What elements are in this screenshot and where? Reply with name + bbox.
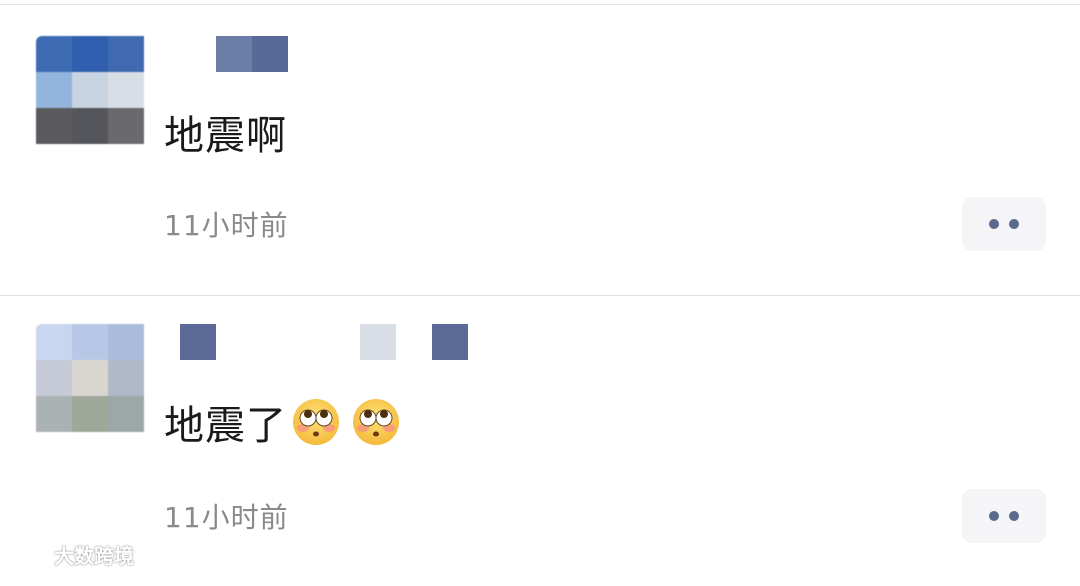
more-dot	[1009, 219, 1019, 229]
comment-body: 地震啊	[164, 113, 287, 159]
avatar-pixel	[72, 36, 108, 72]
watermark: 大数跨境	[8, 540, 134, 569]
avatar-pixel	[108, 360, 144, 396]
flushed-face-emoji-icon	[353, 399, 399, 445]
comment-item: 地震啊 11小时前	[0, 4, 1080, 294]
watermark-logo-icon	[9, 544, 49, 565]
name-pixel	[216, 36, 252, 72]
more-button[interactable]	[962, 197, 1046, 251]
flushed-face-emoji-icon	[293, 399, 339, 445]
avatar-pixel	[72, 396, 108, 432]
username-blurred[interactable]	[216, 36, 288, 72]
avatar-pixel	[108, 324, 144, 360]
avatar[interactable]	[36, 324, 144, 432]
avatar-pixel	[108, 36, 144, 72]
comment-text: 地震啊	[164, 104, 287, 160]
avatar-pixel	[72, 324, 108, 360]
comment-text: 地震了	[164, 394, 401, 450]
avatar-pixel	[36, 360, 72, 396]
timestamp: 11小时前	[164, 501, 289, 534]
name-pixel	[360, 324, 396, 360]
name-pixel	[180, 324, 216, 360]
avatar-pixel	[36, 108, 72, 144]
comment-item: 地震了 11小时前	[0, 296, 1080, 586]
avatar-pixel	[36, 396, 72, 432]
more-dot	[989, 511, 999, 521]
avatar-pixel	[72, 72, 108, 108]
more-dot	[1009, 511, 1019, 521]
avatar-pixel	[36, 324, 72, 360]
comment-body: 地震了	[164, 403, 287, 449]
more-button[interactable]	[962, 489, 1046, 543]
avatar-pixel	[108, 72, 144, 108]
name-pixel	[396, 324, 432, 360]
name-pixel	[216, 324, 360, 360]
avatar-pixel	[72, 108, 108, 144]
name-pixel	[252, 36, 288, 72]
avatar-pixel	[36, 36, 72, 72]
more-dot	[989, 219, 999, 229]
watermark-text: 大数跨境	[54, 544, 134, 568]
avatar-pixel	[36, 72, 72, 108]
avatar-pixel	[108, 396, 144, 432]
avatar-pixel	[108, 108, 144, 144]
timestamp: 11小时前	[164, 209, 289, 242]
username-blurred[interactable]	[180, 324, 480, 360]
avatar-pixel	[72, 360, 108, 396]
name-pixel	[432, 324, 468, 360]
avatar[interactable]	[36, 36, 144, 144]
